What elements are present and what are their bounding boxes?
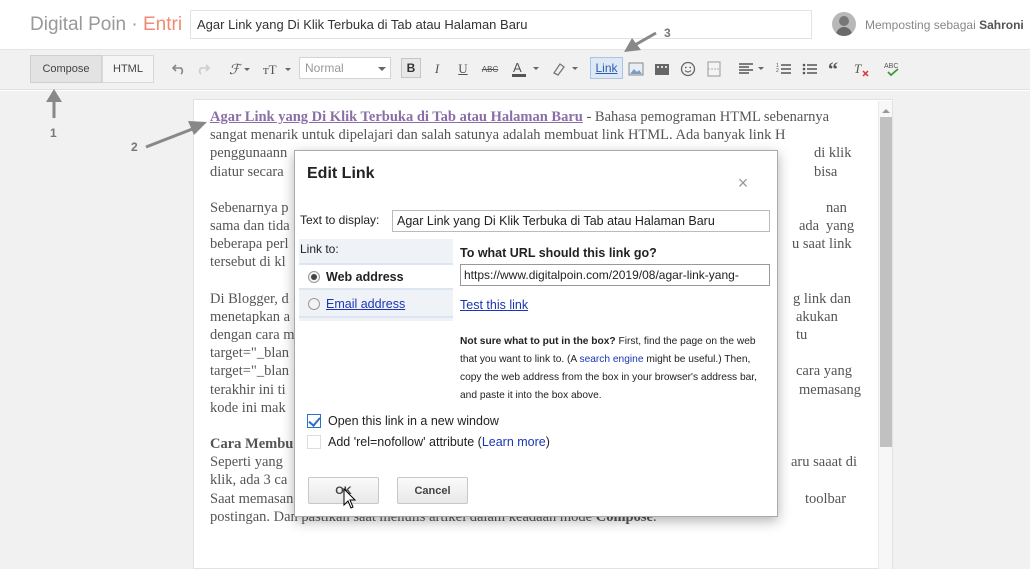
text-to-display-input[interactable]: [392, 210, 770, 232]
email-address-link[interactable]: Email address: [326, 297, 405, 311]
edit-link-dialog: Edit Link × Text to display: Link to: We…: [294, 150, 778, 517]
nofollow-checkbox[interactable]: [307, 435, 321, 449]
arrow-2-head: [188, 121, 207, 135]
arrow-2: [145, 126, 196, 149]
web-address-radio[interactable]: [308, 270, 320, 283]
annotation-2: 2: [131, 140, 138, 154]
test-link[interactable]: Test this link: [460, 298, 528, 312]
mouse-cursor-icon: [343, 488, 357, 509]
web-address-option[interactable]: Web address: [299, 263, 453, 290]
email-address-option[interactable]: Email address: [299, 291, 453, 318]
link-to-panel: Link to: Web address Email address: [299, 239, 453, 321]
arrow-3-head: [624, 38, 641, 52]
web-address-label[interactable]: Web address: [326, 270, 404, 284]
arrow-3: [634, 31, 657, 47]
text-to-display-label: Text to display:: [300, 213, 380, 227]
arrow-1-head: [46, 89, 62, 102]
nofollow-label-suffix: ): [545, 435, 550, 449]
dialog-title: Edit Link: [307, 165, 375, 182]
help-text: Not sure what to put in the box? First, …: [460, 333, 772, 405]
annotation-1: 1: [50, 126, 57, 140]
url-input[interactable]: [460, 264, 770, 286]
url-question: To what URL should this link go?: [460, 246, 657, 260]
cancel-button[interactable]: Cancel: [397, 477, 468, 504]
learn-more-link[interactable]: Learn more: [482, 435, 546, 449]
link-to-label: Link to:: [300, 242, 339, 256]
annotation-3: 3: [664, 26, 671, 40]
search-engine-link[interactable]: search engine: [579, 354, 643, 365]
nofollow-row[interactable]: Add 'rel=nofollow' attribute (Learn more…: [307, 435, 550, 449]
open-new-window-checkbox[interactable]: [307, 414, 321, 428]
help-bold: Not sure what to put in the box?: [460, 336, 616, 347]
nofollow-label[interactable]: Add 'rel=nofollow' attribute (: [328, 435, 482, 449]
open-new-window-row[interactable]: Open this link in a new window: [307, 414, 499, 428]
close-icon[interactable]: ×: [735, 174, 751, 192]
open-new-window-label[interactable]: Open this link in a new window: [328, 414, 499, 428]
email-address-radio[interactable]: [308, 297, 320, 310]
